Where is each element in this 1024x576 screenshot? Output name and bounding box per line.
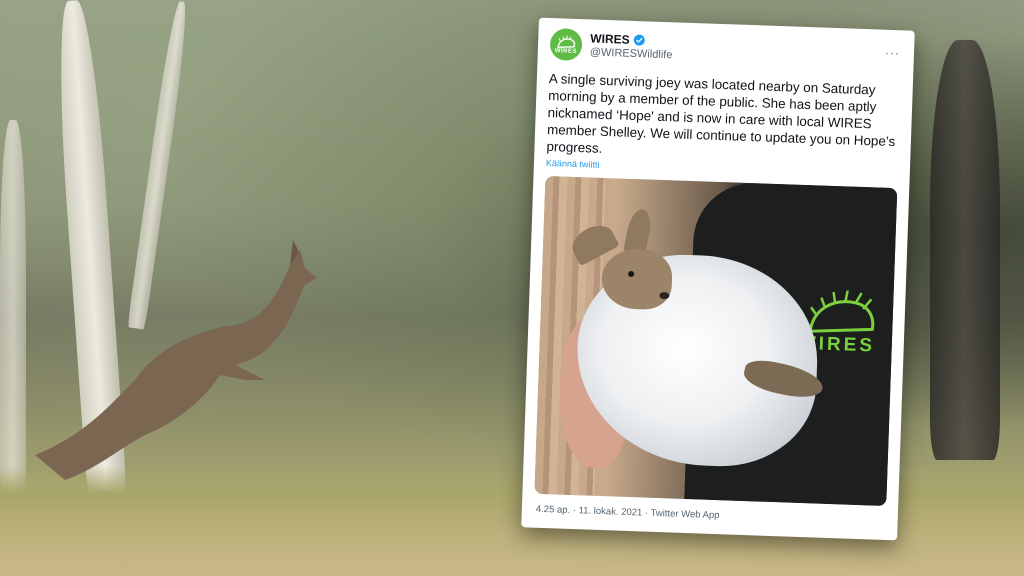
tree-trunk: [930, 40, 1000, 460]
author-handle[interactable]: @WIRESWildlife: [590, 46, 673, 61]
joey-ear: [623, 207, 654, 256]
author-name-row: WIRES: [590, 31, 646, 47]
avatar[interactable]: WIRES: [549, 28, 583, 62]
tree-trunk: [0, 120, 26, 500]
author-name[interactable]: WIRES: [590, 31, 630, 46]
tweet-timestamp[interactable]: 4.25 ap. · 11. lokak. 2021 · Twitter Web…: [536, 504, 720, 521]
more-dots-icon[interactable]: ···: [885, 46, 900, 61]
verified-badge-icon: [634, 34, 646, 46]
tweet-card[interactable]: WIRES WIRES @WIRESWildlife ··· A single …: [521, 17, 915, 541]
tweet-header: WIRES WIRES @WIRESWildlife ···: [549, 28, 902, 74]
tweet-media-photo[interactable]: WIRES: [534, 175, 898, 507]
translate-link[interactable]: Käännä twiitti: [546, 158, 600, 170]
tweet-text: A single surviving joey was located near…: [546, 70, 896, 156]
kangaroo-image: [35, 240, 317, 480]
avatar-label: WIRES: [554, 47, 578, 55]
